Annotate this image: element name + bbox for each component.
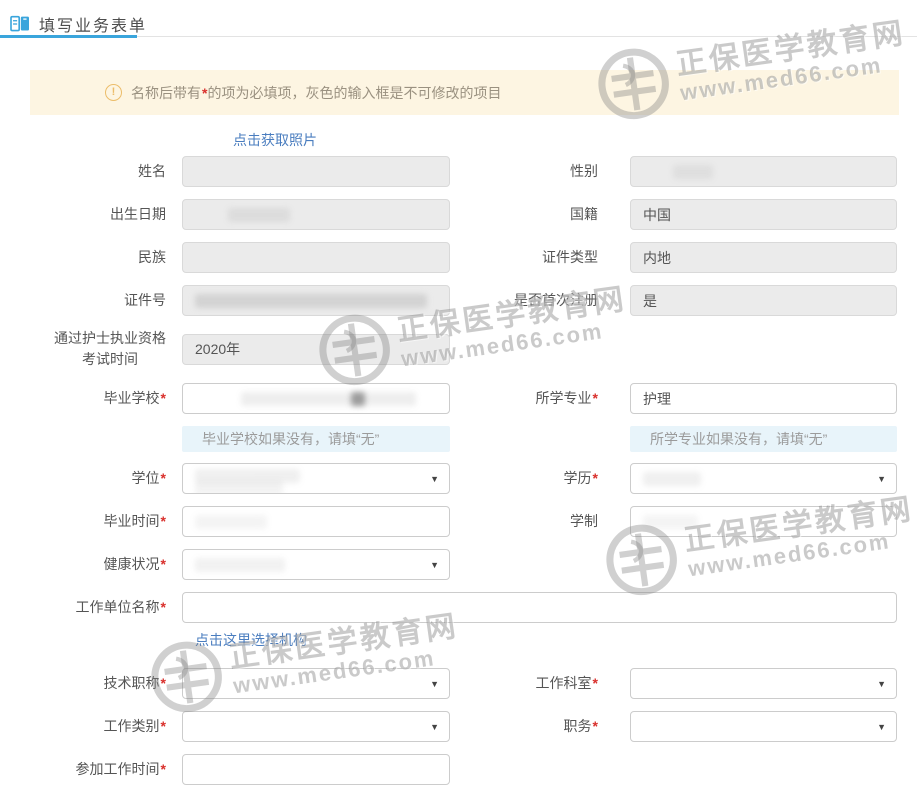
required-star: *	[160, 513, 166, 529]
required-star: *	[160, 390, 166, 406]
form-row: 证件号 是否首次注册 是	[0, 285, 917, 316]
graduation-time-input[interactable]	[182, 506, 450, 537]
technical-title-select[interactable]: ▼	[182, 668, 450, 699]
work-unit-name-input[interactable]	[182, 592, 897, 623]
required-star: *	[160, 761, 166, 777]
get-photo-link[interactable]: 点击获取照片	[233, 132, 317, 148]
chevron-down-icon: ▼	[430, 474, 439, 484]
degree-select[interactable]: ▼	[182, 463, 450, 494]
chevron-down-icon: ▼	[430, 722, 439, 732]
required-star: *	[160, 556, 166, 572]
id-number-label: 证件号	[0, 290, 182, 311]
form-row: 工作类别* ▼ 职务* ▼	[0, 711, 917, 742]
graduation-school-input[interactable]	[182, 383, 450, 414]
form-row: 参加工作时间*	[0, 754, 917, 785]
degree-label: 学位*	[0, 468, 182, 489]
page-title: 填写业务表单	[39, 12, 147, 36]
schooling-length-input[interactable]	[630, 506, 897, 537]
required-star: *	[592, 718, 598, 734]
book-icon	[10, 15, 30, 33]
notice-text: 名称后带有*的项为必填项，灰色的输入框是不可修改的项目	[131, 83, 501, 103]
position-select[interactable]: ▼	[630, 711, 897, 742]
first-registration-label: 是否首次注册	[450, 290, 630, 311]
major-label: 所学专业*	[450, 388, 630, 409]
health-status-select[interactable]: ▼	[182, 549, 450, 580]
work-start-time-label: 参加工作时间*	[0, 759, 182, 780]
name-label: 姓名	[0, 161, 182, 182]
form-row: 民族 证件类型 内地	[0, 242, 917, 273]
id-number-input	[182, 285, 450, 316]
form-row: 毕业学校* 所学专业* 护理	[0, 383, 917, 414]
required-star: *	[160, 675, 166, 691]
required-star: *	[592, 675, 598, 691]
form-row: 姓名 性别	[0, 156, 917, 187]
required-star: *	[592, 390, 598, 406]
required-star: *	[160, 718, 166, 734]
hint-row: 毕业学校如果没有，请填“无” 所学专业如果没有，请填“无”	[0, 426, 917, 452]
work-unit-name-label: 工作单位名称*	[0, 597, 182, 618]
form-row: 技术职称* ▼ 工作科室* ▼	[0, 668, 917, 699]
education-select[interactable]: ▼	[630, 463, 897, 494]
graduation-school-label: 毕业学校*	[0, 388, 182, 409]
birth-date-label: 出生日期	[0, 204, 182, 225]
required-star: *	[592, 470, 598, 486]
required-star: *	[160, 599, 166, 615]
exam-time-label: 通过护士执业资格考试时间	[0, 328, 182, 370]
form-row: 学位* ▼ 学历* ▼	[0, 463, 917, 494]
technical-title-label: 技术职称*	[0, 673, 182, 694]
work-category-label: 工作类别*	[0, 716, 182, 737]
form-row: 工作单位名称*	[0, 592, 917, 623]
first-registration-input: 是	[630, 285, 897, 316]
form-row: 通过护士执业资格考试时间 2020年	[0, 328, 917, 370]
required-star: *	[160, 470, 166, 486]
work-department-select[interactable]: ▼	[630, 668, 897, 699]
gender-label: 性别	[450, 161, 630, 182]
work-start-time-input[interactable]	[182, 754, 450, 785]
nationality-input: 中国	[630, 199, 897, 230]
work-department-label: 工作科室*	[450, 673, 630, 694]
major-hint: 所学专业如果没有，请填“无”	[630, 426, 897, 452]
graduation-school-hint: 毕业学校如果没有，请填“无”	[182, 426, 450, 452]
page-header: 填写业务表单	[0, 0, 917, 37]
schooling-length-label: 学制	[450, 511, 630, 532]
education-label: 学历*	[450, 468, 630, 489]
health-status-label: 健康状况*	[0, 554, 182, 575]
major-input[interactable]: 护理	[630, 383, 897, 414]
exam-time-input: 2020年	[182, 334, 450, 365]
name-input	[182, 156, 450, 187]
position-label: 职务*	[450, 716, 630, 737]
chevron-down-icon: ▼	[877, 722, 886, 732]
form-row: 毕业时间* 学制	[0, 506, 917, 537]
form-row: 出生日期 国籍 中国	[0, 199, 917, 230]
nationality-label: 国籍	[450, 204, 630, 225]
chevron-down-icon: ▼	[877, 474, 886, 484]
info-icon: !	[105, 84, 122, 101]
active-tab-underline	[0, 35, 137, 38]
notice-bar: ! 名称后带有*的项为必填项，灰色的输入框是不可修改的项目	[30, 70, 899, 115]
chevron-down-icon: ▼	[877, 679, 886, 689]
birth-date-input	[182, 199, 450, 230]
ethnicity-label: 民族	[0, 247, 182, 268]
id-type-label: 证件类型	[450, 247, 630, 268]
work-category-select[interactable]: ▼	[182, 711, 450, 742]
select-org-link[interactable]: 点击这里选择机构	[195, 632, 307, 648]
graduation-time-label: 毕业时间*	[0, 511, 182, 532]
chevron-down-icon: ▼	[430, 679, 439, 689]
business-form: 姓名 性别 出生日期 国籍 中国 民族 证件类型 内地 证件号 是否首次注册 是…	[0, 156, 917, 785]
form-row: 健康状况* ▼	[0, 549, 917, 580]
ethnicity-input	[182, 242, 450, 273]
gender-input	[630, 156, 897, 187]
id-type-input: 内地	[630, 242, 897, 273]
chevron-down-icon: ▼	[430, 560, 439, 570]
